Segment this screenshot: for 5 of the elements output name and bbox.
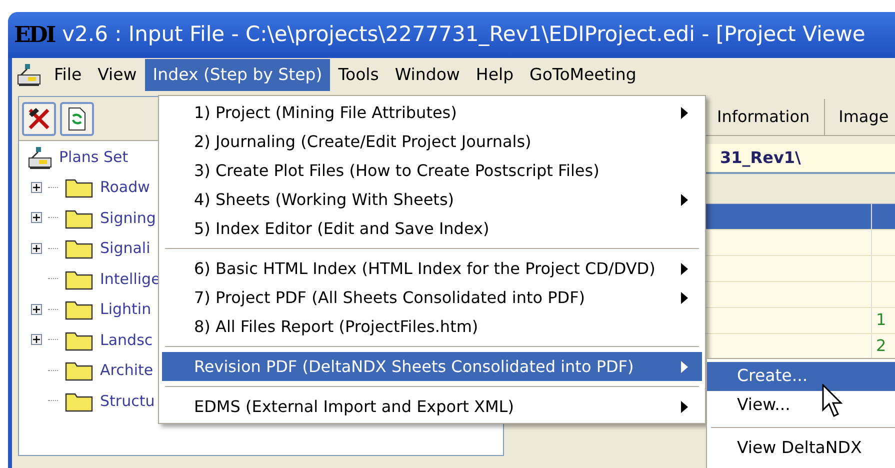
app-logo: EDI <box>14 20 54 50</box>
table-cell-text: 1 <box>875 309 886 331</box>
path-text: 31_Rev1\ <box>720 147 801 169</box>
window-title: v2.6 : Input File - C:\e\projects\2277731_Rev1\EDIProject.edi - [Project Viewe <box>62 21 866 48</box>
table-cell-text: 2 <box>875 335 886 357</box>
